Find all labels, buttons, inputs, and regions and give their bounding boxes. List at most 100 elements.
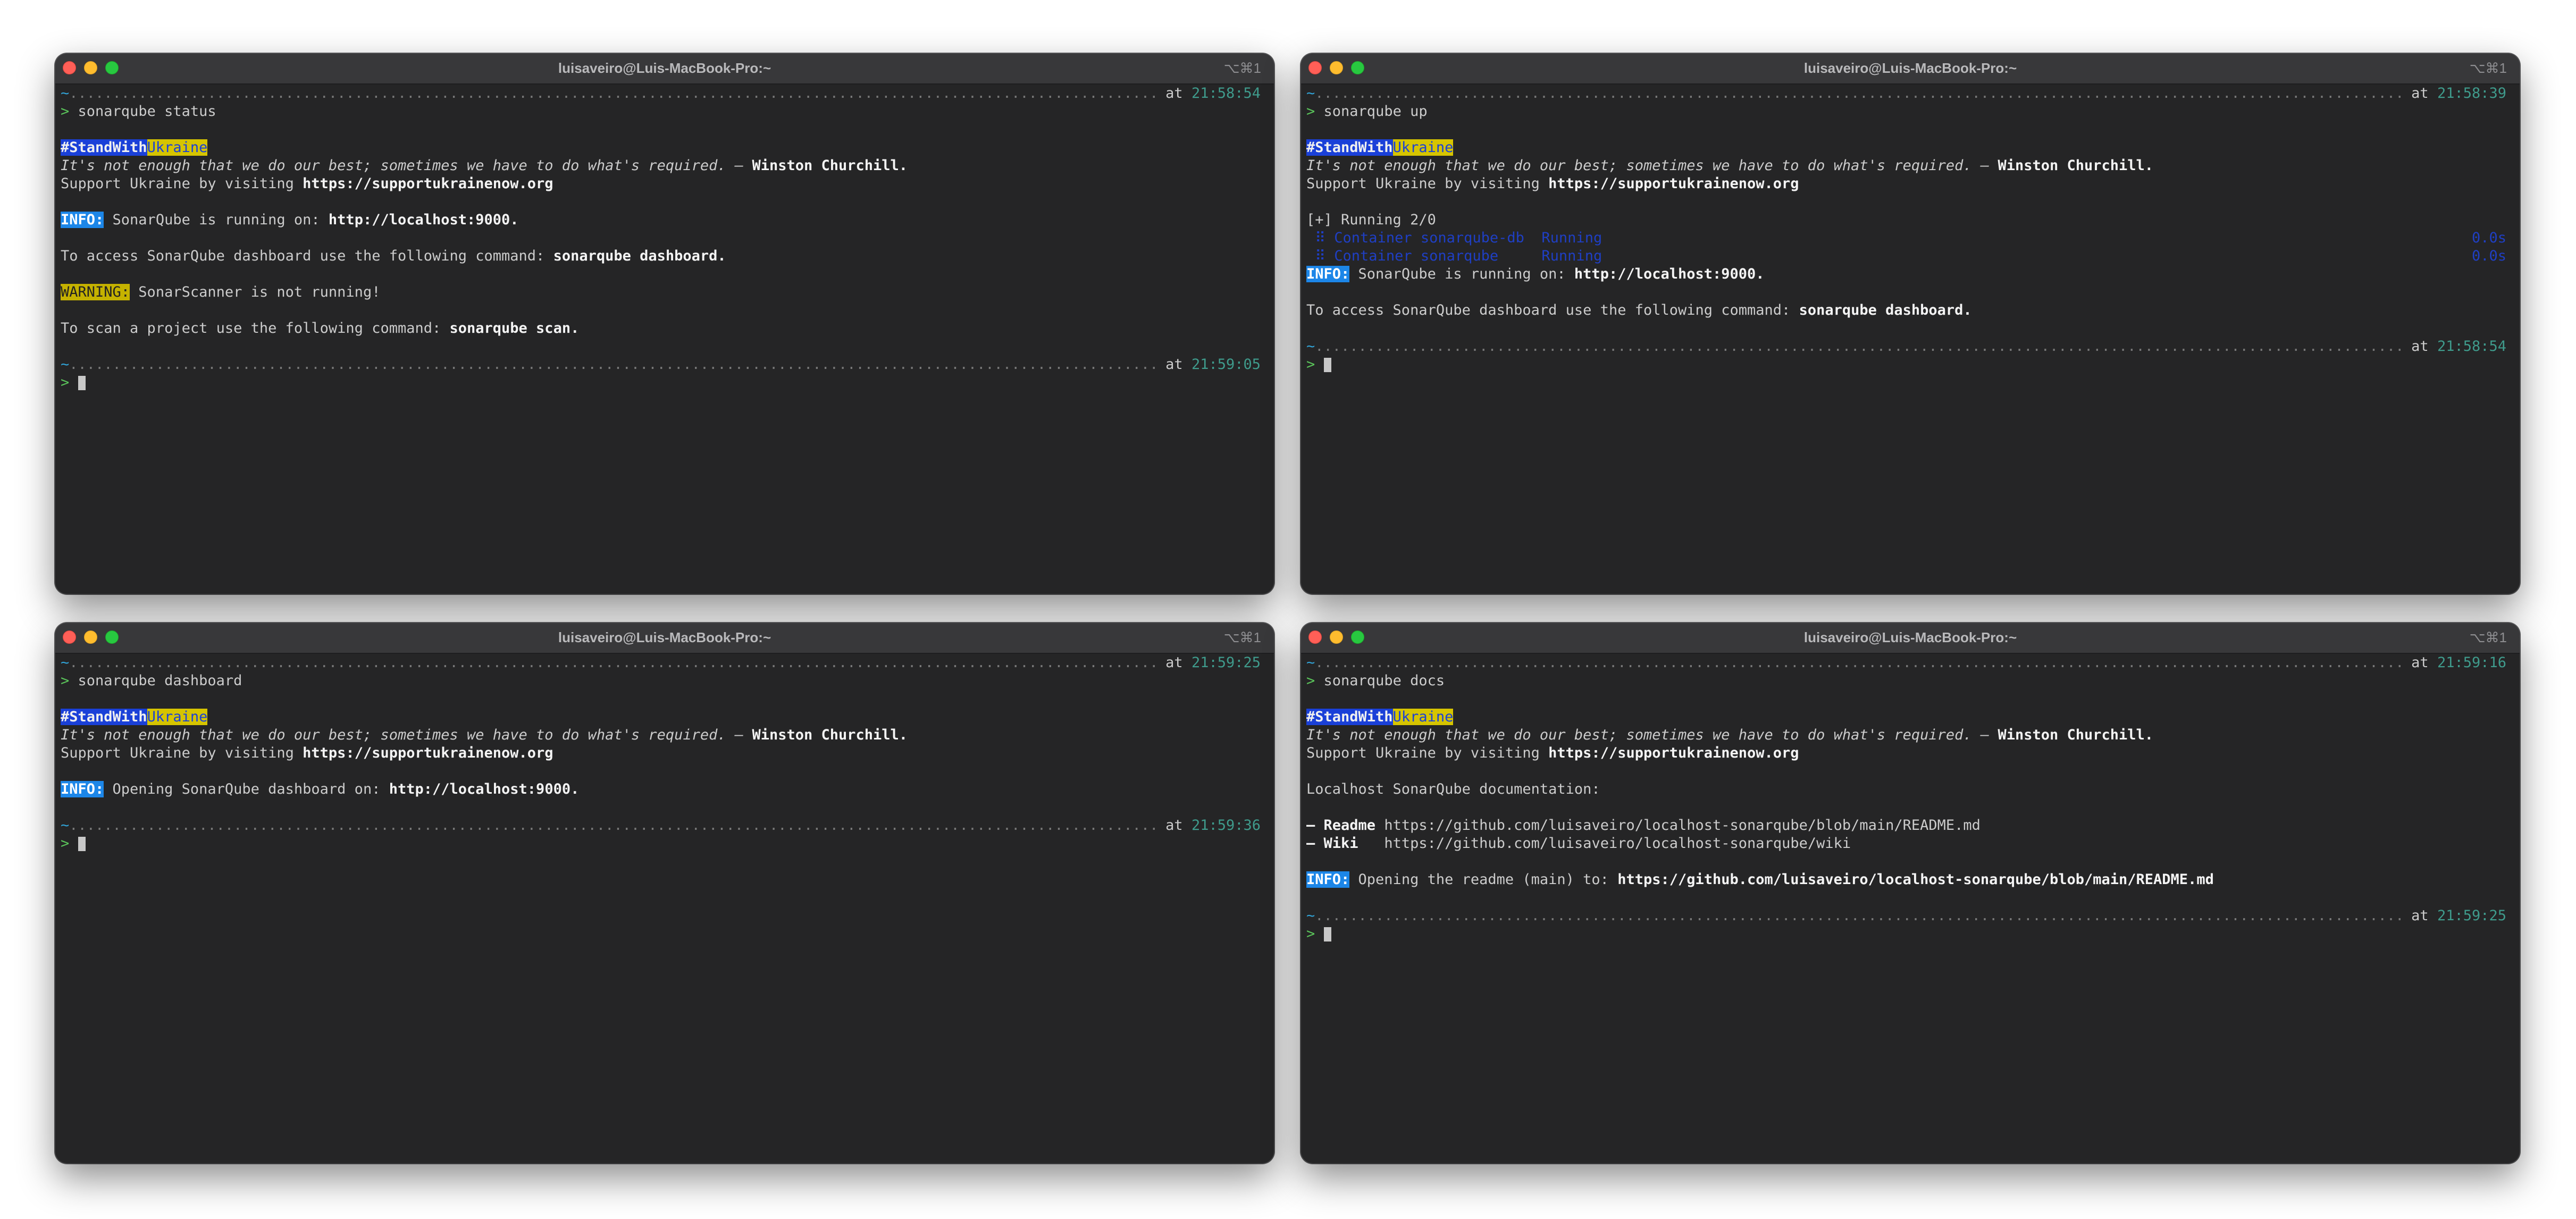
docs-heading: Localhost SonarQube documentation: [1306,781,1600,797]
prompt-dots [1315,338,2403,356]
info-line: INFO: SonarQube is running on: http://lo… [61,212,519,228]
quote-line: It's not enough that we do our best; som… [61,727,908,743]
localhost-link[interactable]: http://localhost:9000. [1574,266,1765,282]
access-line: To access SonarQube dashboard use the fo… [1306,302,1972,318]
prompt-time: 21:58:39 [2437,85,2506,102]
command-line: > sonarqube status [61,103,216,120]
standwith-banner: #StandWithUkraine [1306,139,1454,156]
terminal-output[interactable]: ~ at 21:58:39 > sonarqube up #StandWithU… [1306,85,2506,594]
window-shortcut: ⌥⌘1 [2469,60,2507,76]
command-text: sonarqube docs [1323,672,1445,689]
prompt-dots [69,817,1157,835]
standwith-banner: #StandWithUkraine [61,139,208,156]
warning-line: WARNING: SonarScanner is not running! [61,284,381,300]
title-bar[interactable]: luisaveiro@Luis-MacBook-Pro:~ ⌥⌘1 [55,54,1274,85]
info-badge: INFO: [1306,871,1350,888]
window-shortcut: ⌥⌘1 [1223,629,1261,645]
prompt-header: ~ at 21:58:39 [1306,85,2506,103]
info-badge: INFO: [61,212,104,228]
prompt-header: ~ at 21:59:25 [1306,907,2506,925]
prompt-dots [1315,654,2403,672]
docs-link-readme: — Readme https://github.com/luisaveiro/l… [1306,817,1981,834]
support-link[interactable]: https://supportukrainenow.org [1548,745,1799,761]
window-title: luisaveiro@Luis-MacBook-Pro:~ [558,629,771,645]
info-badge: INFO: [61,781,104,797]
info-badge: INFO: [1306,266,1350,282]
standwith-banner: #StandWithUkraine [61,709,208,725]
quote-line: It's not enough that we do our best; som… [1306,157,2154,174]
prompt-header: ~ at 21:58:54 [61,85,1261,103]
text-cursor [78,376,86,390]
title-bar[interactable]: luisaveiro@Luis-MacBook-Pro:~ ⌥⌘1 [1301,623,2520,654]
quote-line: It's not enough that we do our best; som… [61,157,908,174]
prompt-time: 21:59:25 [1191,654,1261,671]
terminal-output[interactable]: ~ at 21:59:25 > sonarqube dashboard #Sta… [61,654,1261,1163]
wiki-link[interactable]: https://github.com/luisaveiro/localhost-… [1384,835,1851,852]
support-line: Support Ukraine by visiting https://supp… [61,745,553,761]
terminal-output[interactable]: ~ at 21:58:54 > sonarqube status #StandW… [61,85,1261,594]
title-bar[interactable]: luisaveiro@Luis-MacBook-Pro:~ ⌥⌘1 [55,623,1274,654]
readme-open-link[interactable]: https://github.com/luisaveiro/localhost-… [1617,871,2214,888]
support-link[interactable]: https://supportukrainenow.org [303,175,553,192]
support-link[interactable]: https://supportukrainenow.org [1548,175,1799,192]
command-line: > sonarqube dashboard [61,672,242,689]
info-line: INFO: SonarQube is running on: http://lo… [1306,266,1765,282]
input-line[interactable]: > [1306,356,2506,374]
service-row: ⠿ Container sonarqube Running 0.0s [1306,248,2506,264]
command-line: > sonarqube docs [1306,672,1445,689]
info-line: INFO: Opening the readme (main) to: http… [1306,871,2214,888]
readme-link[interactable]: https://github.com/luisaveiro/localhost-… [1384,817,1981,834]
prompt-time: 21:58:54 [2437,338,2506,355]
prompt-dots [69,356,1157,374]
localhost-link[interactable]: http://localhost:9000. [389,781,580,797]
command-text: sonarqube status [78,103,216,120]
text-cursor [1323,927,1331,941]
prompt-time: 21:59:36 [1191,817,1261,834]
prompt-time: 21:59:16 [2437,654,2506,671]
running-line: [+] Running 2/0 [1306,212,1436,228]
prompt-dots [69,85,1157,103]
standwith-banner: #StandWithUkraine [1306,709,1454,725]
terminal-window-docs[interactable]: luisaveiro@Luis-MacBook-Pro:~ ⌥⌘1 ~ at 2… [1301,623,2520,1163]
window-shortcut: ⌥⌘1 [1223,60,1261,76]
scan-line: To scan a project use the following comm… [61,320,580,337]
prompt-dots [1315,907,2403,925]
terminal-window-status[interactable]: luisaveiro@Luis-MacBook-Pro:~ ⌥⌘1 ~ at 2… [55,54,1274,594]
prompt-header: ~ at 21:59:05 [61,356,1261,374]
window-title: luisaveiro@Luis-MacBook-Pro:~ [1803,60,2017,76]
command-line: > sonarqube up [1306,103,1428,120]
command-text: sonarqube up [1323,103,1428,120]
prompt-time: 21:59:05 [1191,356,1261,373]
prompt-time: 21:58:54 [1191,85,1261,102]
prompt-header: ~ at 21:59:36 [61,817,1261,835]
support-line: Support Ukraine by visiting https://supp… [1306,745,1799,761]
quote-line: It's not enough that we do our best; som… [1306,727,2154,743]
prompt-header: ~ at 21:59:25 [61,654,1261,672]
input-line[interactable]: > [61,374,1261,392]
access-line: To access SonarQube dashboard use the fo… [61,248,726,264]
prompt-time: 21:59:25 [2437,907,2506,924]
terminal-window-up[interactable]: luisaveiro@Luis-MacBook-Pro:~ ⌥⌘1 ~ at 2… [1301,54,2520,594]
window-title: luisaveiro@Luis-MacBook-Pro:~ [558,60,771,76]
text-cursor [78,837,86,851]
command-text: sonarqube dashboard [78,672,242,689]
service-row: ⠿ Container sonarqube-db Running 0.0s [1306,230,2506,246]
prompt-header: ~ at 21:59:16 [1306,654,2506,672]
info-line: INFO: Opening SonarQube dashboard on: ht… [61,781,580,797]
title-bar[interactable]: luisaveiro@Luis-MacBook-Pro:~ ⌥⌘1 [1301,54,2520,85]
localhost-link[interactable]: http://localhost:9000. [329,212,519,228]
support-link[interactable]: https://supportukrainenow.org [303,745,553,761]
text-cursor [1323,358,1331,372]
support-line: Support Ukraine by visiting https://supp… [1306,175,1799,192]
input-line[interactable]: > [1306,925,2506,943]
support-line: Support Ukraine by visiting https://supp… [61,175,553,192]
window-title: luisaveiro@Luis-MacBook-Pro:~ [1803,629,2017,645]
window-shortcut: ⌥⌘1 [2469,629,2507,645]
input-line[interactable]: > [61,835,1261,853]
terminal-window-dashboard[interactable]: luisaveiro@Luis-MacBook-Pro:~ ⌥⌘1 ~ at 2… [55,623,1274,1163]
prompt-dots [1315,85,2403,103]
docs-link-wiki: — Wiki https://github.com/luisaveiro/loc… [1306,835,1851,852]
prompt-dots [69,654,1157,672]
prompt-header: ~ at 21:58:54 [1306,338,2506,356]
terminal-output[interactable]: ~ at 21:59:16 > sonarqube docs #StandWit… [1306,654,2506,1163]
